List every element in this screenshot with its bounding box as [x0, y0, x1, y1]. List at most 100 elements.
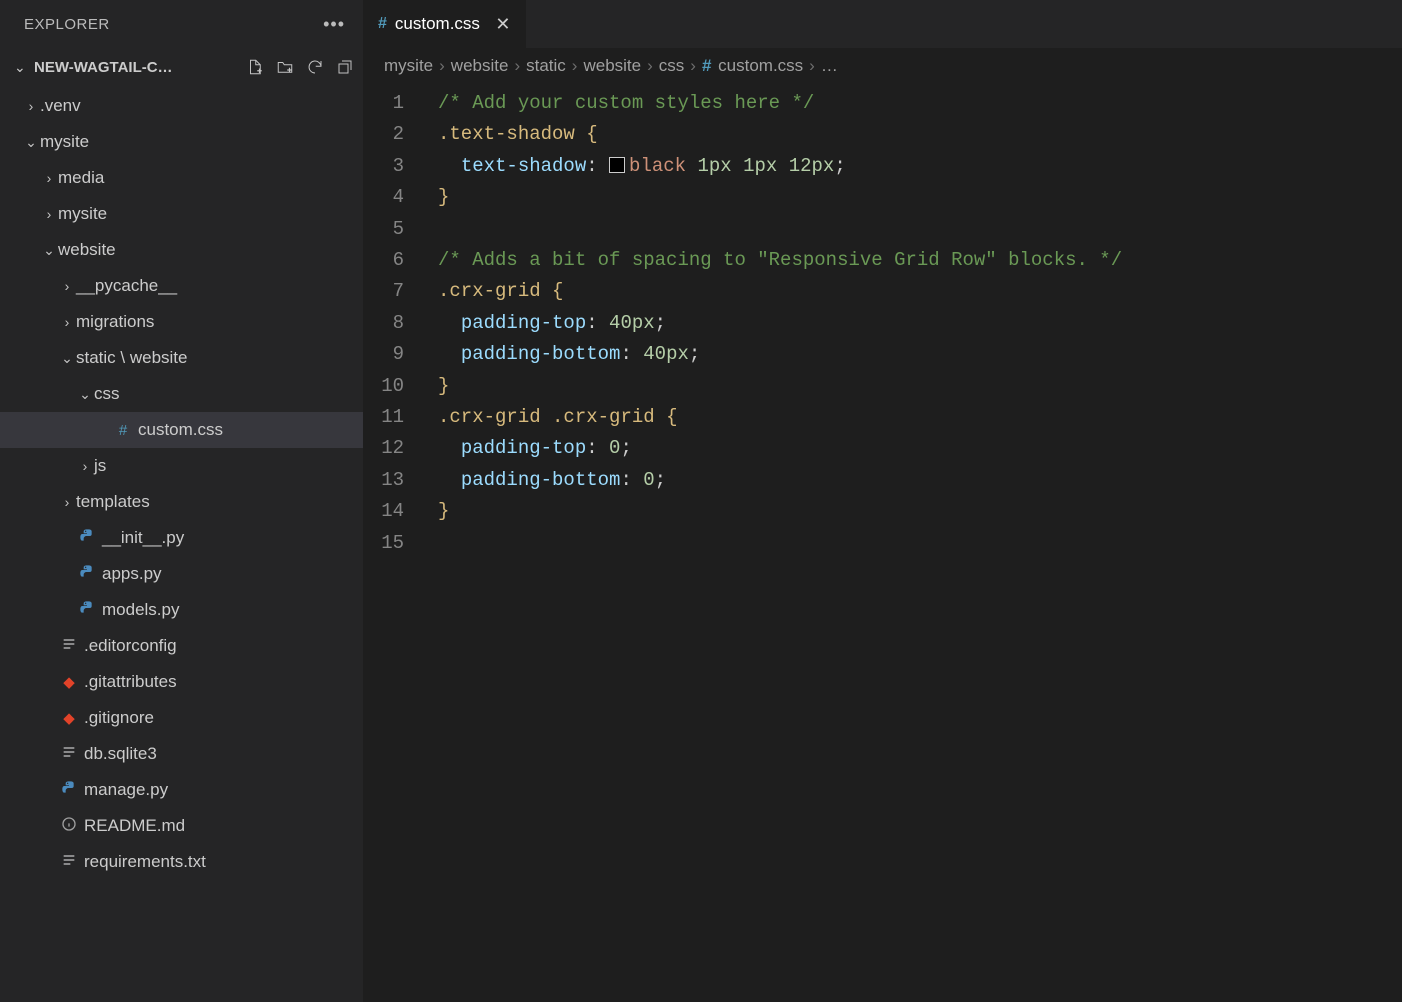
- file-row[interactable]: #custom.css: [0, 412, 363, 448]
- git-icon: ◆: [58, 673, 80, 691]
- chevron-down-icon: ⌄: [22, 134, 40, 151]
- folder-row[interactable]: ›media: [0, 160, 363, 196]
- breadcrumb: mysite›website›static›website›css›# cust…: [364, 48, 1402, 84]
- folder-row[interactable]: ›mysite: [0, 196, 363, 232]
- info-icon: [58, 816, 80, 836]
- python-icon: [76, 600, 98, 620]
- tree-item-label: .gitattributes: [84, 672, 177, 692]
- tree-item-label: README.md: [84, 816, 185, 836]
- close-icon[interactable]: ✕: [494, 14, 512, 35]
- code-line[interactable]: .text-shadow {: [438, 119, 1402, 150]
- folder-row[interactable]: ›templates: [0, 484, 363, 520]
- file-tree: ›.venv⌄mysite›media›mysite⌄website›__pyc…: [0, 86, 363, 1002]
- project-actions: [245, 57, 355, 77]
- project-header[interactable]: ⌄ NEW-WAGTAIL-C…: [0, 48, 363, 86]
- new-file-icon[interactable]: [245, 57, 265, 77]
- lines-icon: [58, 744, 80, 764]
- file-row[interactable]: db.sqlite3: [0, 736, 363, 772]
- tree-item-label: .venv: [40, 96, 81, 116]
- tab-custom-css[interactable]: # custom.css ✕: [364, 0, 527, 48]
- file-row[interactable]: models.py: [0, 592, 363, 628]
- tree-item-label: js: [94, 456, 106, 476]
- line-number: 14: [364, 496, 424, 527]
- code-line[interactable]: padding-bottom: 0;: [438, 465, 1402, 496]
- code-editor[interactable]: 123456789101112131415 /* Add your custom…: [364, 84, 1402, 1002]
- tree-item-label: static \ website: [76, 348, 188, 368]
- folder-row[interactable]: ⌄static \ website: [0, 340, 363, 376]
- folder-row[interactable]: ⌄mysite: [0, 124, 363, 160]
- tree-item-label: media: [58, 168, 104, 188]
- breadcrumb-segment[interactable]: …: [821, 56, 838, 76]
- lines-icon: [58, 636, 80, 656]
- code-line[interactable]: padding-top: 40px;: [438, 308, 1402, 339]
- color-swatch[interactable]: [609, 157, 625, 173]
- file-row[interactable]: __init__.py: [0, 520, 363, 556]
- chevron-right-icon: ›: [40, 206, 58, 222]
- line-number: 11: [364, 402, 424, 433]
- ellipsis-icon[interactable]: •••: [323, 14, 345, 35]
- file-row[interactable]: .editorconfig: [0, 628, 363, 664]
- code-line[interactable]: }: [438, 371, 1402, 402]
- hash-icon: #: [378, 15, 387, 33]
- code-line[interactable]: padding-top: 0;: [438, 433, 1402, 464]
- code-line[interactable]: .crx-grid {: [438, 276, 1402, 307]
- line-number: 6: [364, 245, 424, 276]
- code-line[interactable]: /* Add your custom styles here */: [438, 88, 1402, 119]
- refresh-icon[interactable]: [305, 57, 325, 77]
- line-number: 3: [364, 151, 424, 182]
- code-line[interactable]: text-shadow: black 1px 1px 12px;: [438, 151, 1402, 182]
- folder-row[interactable]: ›migrations: [0, 304, 363, 340]
- file-row[interactable]: README.md: [0, 808, 363, 844]
- line-number: 4: [364, 182, 424, 213]
- chevron-right-icon: ›: [572, 56, 578, 76]
- collapse-all-icon[interactable]: [335, 57, 355, 77]
- breadcrumb-segment[interactable]: css: [659, 56, 685, 76]
- tree-item-label: css: [94, 384, 120, 404]
- hash-icon: #: [702, 56, 711, 75]
- tree-item-label: templates: [76, 492, 150, 512]
- breadcrumb-segment[interactable]: website: [583, 56, 641, 76]
- file-row[interactable]: ◆.gitignore: [0, 700, 363, 736]
- line-number: 8: [364, 308, 424, 339]
- file-row[interactable]: manage.py: [0, 772, 363, 808]
- folder-row[interactable]: ⌄website: [0, 232, 363, 268]
- code-line[interactable]: }: [438, 182, 1402, 213]
- tree-item-label: __init__.py: [102, 528, 184, 548]
- editor-tabs: # custom.css ✕: [364, 0, 1402, 48]
- code-line[interactable]: /* Adds a bit of spacing to "Responsive …: [438, 245, 1402, 276]
- tree-item-label: db.sqlite3: [84, 744, 157, 764]
- chevron-right-icon: ›: [76, 458, 94, 474]
- chevron-right-icon: ›: [40, 170, 58, 186]
- folder-row[interactable]: ⌄css: [0, 376, 363, 412]
- code-line[interactable]: [438, 528, 1402, 559]
- chevron-down-icon: ⌄: [58, 350, 76, 367]
- tree-item-label: models.py: [102, 600, 179, 620]
- line-number: 15: [364, 528, 424, 559]
- code-line[interactable]: [438, 214, 1402, 245]
- line-number: 9: [364, 339, 424, 370]
- file-row[interactable]: requirements.txt: [0, 844, 363, 880]
- breadcrumb-segment[interactable]: website: [451, 56, 509, 76]
- line-number: 10: [364, 371, 424, 402]
- tree-item-label: __pycache__: [76, 276, 177, 296]
- folder-row[interactable]: ›.venv: [0, 88, 363, 124]
- code-line[interactable]: padding-bottom: 40px;: [438, 339, 1402, 370]
- breadcrumb-segment[interactable]: static: [526, 56, 566, 76]
- file-row[interactable]: ◆.gitattributes: [0, 664, 363, 700]
- code-content[interactable]: /* Add your custom styles here */.text-s…: [424, 84, 1402, 1002]
- code-line[interactable]: .crx-grid .crx-grid {: [438, 402, 1402, 433]
- file-row[interactable]: apps.py: [0, 556, 363, 592]
- chevron-down-icon: ⌄: [40, 242, 58, 259]
- folder-row[interactable]: ›__pycache__: [0, 268, 363, 304]
- new-folder-icon[interactable]: [275, 57, 295, 77]
- folder-row[interactable]: ›js: [0, 448, 363, 484]
- chevron-right-icon: ›: [58, 278, 76, 294]
- tree-item-label: mysite: [40, 132, 89, 152]
- breadcrumb-segment[interactable]: mysite: [384, 56, 433, 76]
- line-number: 12: [364, 433, 424, 464]
- code-line[interactable]: }: [438, 496, 1402, 527]
- hash-icon: #: [112, 422, 134, 439]
- breadcrumb-segment[interactable]: # custom.css: [702, 56, 803, 76]
- tree-item-label: requirements.txt: [84, 852, 206, 872]
- tree-item-label: migrations: [76, 312, 154, 332]
